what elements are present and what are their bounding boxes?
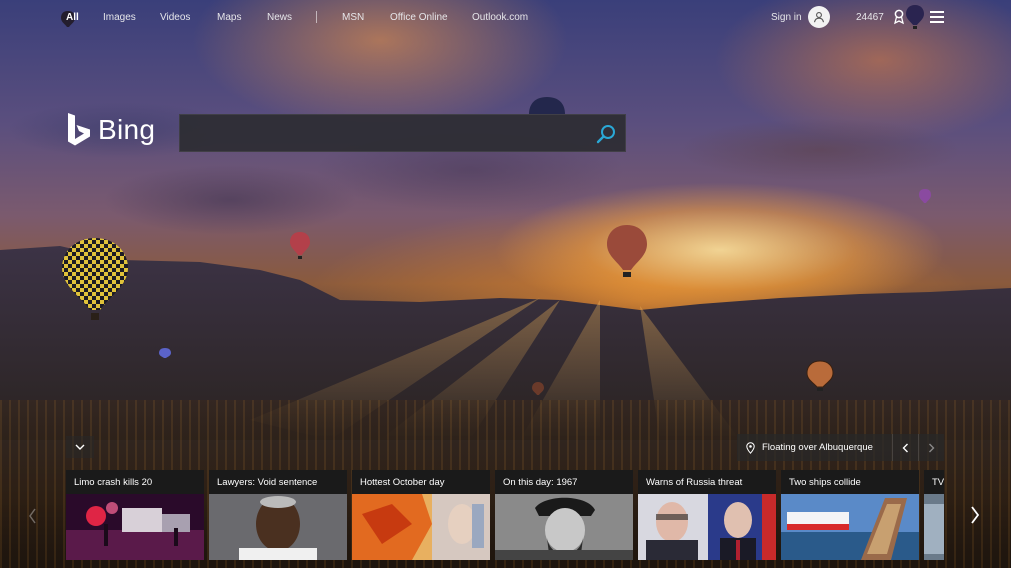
image-info-bar: Floating over Albuquerque xyxy=(737,434,944,461)
news-card-image xyxy=(352,494,490,560)
nav-divider xyxy=(316,11,317,23)
news-card[interactable]: Lawyers: Void sentence xyxy=(209,470,347,560)
sign-in-link[interactable]: Sign in xyxy=(771,12,802,23)
news-card-title: Two ships collide xyxy=(781,470,919,494)
nav-link-images[interactable]: Images xyxy=(103,12,136,23)
rewards-icon[interactable] xyxy=(892,9,906,25)
location-pin-icon xyxy=(746,441,755,454)
news-card-image xyxy=(638,494,776,560)
news-card-title: Warns of Russia threat xyxy=(638,470,776,494)
news-card-image xyxy=(209,494,347,560)
news-card-image xyxy=(924,494,944,560)
news-card[interactable]: Hottest October day xyxy=(352,470,490,560)
news-card-title: Lawyers: Void sentence xyxy=(209,470,347,494)
hot-air-balloon xyxy=(159,348,171,358)
news-card-title: Limo crash kills 20 xyxy=(66,470,204,494)
nav-link-outlook[interactable]: Outlook.com xyxy=(472,12,528,23)
news-card-image xyxy=(66,494,204,560)
hot-air-balloon xyxy=(290,232,310,259)
chevron-right-icon xyxy=(971,506,980,524)
hot-air-balloon xyxy=(529,97,565,114)
news-scroll-right-button[interactable] xyxy=(964,503,986,527)
chevron-left-icon xyxy=(902,443,908,452)
news-card[interactable]: On this day: 1967 xyxy=(495,470,633,560)
nav-link-news[interactable]: News xyxy=(267,12,292,23)
chevron-left-icon xyxy=(28,508,36,524)
news-scroll-left-button[interactable] xyxy=(24,505,40,527)
hot-air-balloon xyxy=(919,189,931,203)
nav-link-office-online[interactable]: Office Online xyxy=(390,12,448,23)
previous-image-button[interactable] xyxy=(892,434,918,461)
bing-wordmark: Bing xyxy=(98,114,156,145)
nav-link-msn[interactable]: MSN xyxy=(342,12,364,23)
user-icon xyxy=(813,12,825,23)
news-card[interactable]: Two ships collide xyxy=(781,470,919,560)
rewards-points[interactable]: 24467 xyxy=(856,12,884,23)
news-card[interactable]: Warns of Russia threat xyxy=(638,470,776,560)
search-input[interactable] xyxy=(180,115,590,151)
user-avatar-button[interactable] xyxy=(808,6,830,28)
search-icon[interactable] xyxy=(595,123,617,145)
news-card[interactable]: TV xyxy=(924,470,944,560)
hamburger-menu-icon[interactable] xyxy=(930,11,944,23)
hot-air-balloon xyxy=(532,382,544,395)
image-caption-link[interactable]: Floating over Albuquerque xyxy=(762,442,892,453)
next-image-button[interactable] xyxy=(918,434,944,461)
nav-link-all[interactable]: All xyxy=(66,12,79,23)
news-card-title: TV xyxy=(924,470,944,494)
hot-air-balloon xyxy=(607,225,647,277)
search-box xyxy=(179,114,626,152)
chevron-right-icon xyxy=(929,443,935,452)
news-card-image xyxy=(495,494,633,560)
news-card-title: Hottest October day xyxy=(352,470,490,494)
hot-air-balloon xyxy=(806,360,834,391)
nav-link-videos[interactable]: Videos xyxy=(160,12,190,23)
news-card-title: On this day: 1967 xyxy=(495,470,633,494)
hot-air-balloon xyxy=(62,238,128,320)
bing-logo[interactable]: Bing xyxy=(66,112,155,148)
top-navigation: All Images Videos Maps News MSN Office O… xyxy=(0,0,1011,34)
nav-link-maps[interactable]: Maps xyxy=(217,12,241,23)
collapse-news-button[interactable] xyxy=(66,436,94,458)
news-card[interactable]: Limo crash kills 20 xyxy=(66,470,204,560)
news-card-image xyxy=(781,494,919,560)
chevron-down-icon xyxy=(75,444,85,450)
bing-b-icon xyxy=(68,113,90,146)
news-carousel: Limo crash kills 20 Lawyers: Void senten… xyxy=(66,470,944,560)
